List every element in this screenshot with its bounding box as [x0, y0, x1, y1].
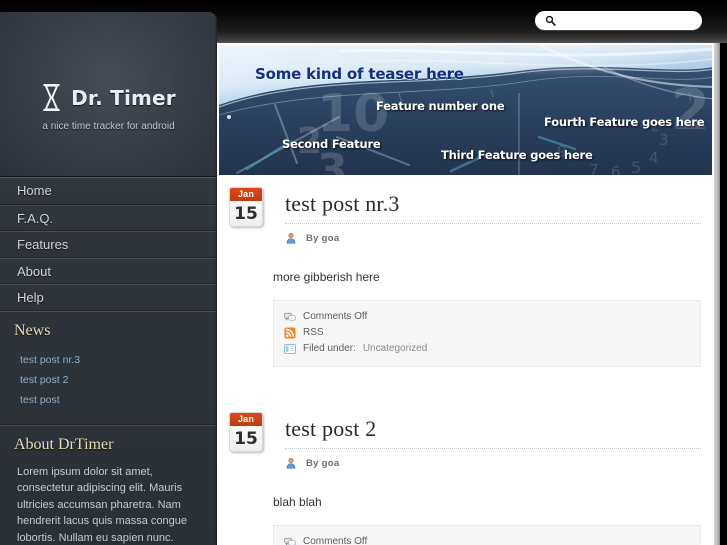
nav-item-features[interactable]: Features [0, 231, 217, 258]
post-date-month: Jan [230, 188, 262, 201]
hero-banner: 10 2 3 2 9 7 6 5 4 3 2 Some kind of teas… [218, 44, 713, 176]
post-body: blah blah [273, 495, 322, 509]
post-header: Jan 15 test post 2 By goa [218, 407, 713, 469]
nav-item-help[interactable]: Help [0, 284, 217, 311]
post-byline: By goa [285, 457, 713, 469]
post-byline-text: By goa [306, 232, 340, 244]
meta-comments-text: Comments Off [303, 311, 368, 322]
banner-feature-4: Fourth Feature goes here [544, 115, 705, 129]
banner-feature-1: Feature number one [376, 99, 505, 113]
title-divider [285, 448, 701, 449]
news-widget-title: News [14, 321, 51, 339]
search-input[interactable] [559, 12, 709, 29]
post-title[interactable]: test post 2 [285, 407, 713, 442]
brand-tagline: a nice time tracker for android [42, 121, 175, 132]
hourglass-icon [41, 84, 62, 111]
main-navigation: Home F.A.Q. Features About Help [0, 177, 217, 311]
banner-feature-3: Third Feature goes here [441, 148, 593, 162]
rss-icon [284, 326, 296, 339]
about-widget-text: Lorem ipsum dolor sit amet, consectetur … [17, 465, 187, 544]
news-list: test post nr.3 test post 2 test post [0, 346, 217, 420]
meta-rss[interactable]: RSS [284, 325, 690, 340]
meta-category[interactable]: Filed under: Uncategorized [284, 341, 690, 356]
news-link-3[interactable]: test post [20, 394, 60, 406]
meta-filed-value[interactable]: Uncategorized [363, 341, 427, 356]
meta-comments-text: Comments Off [303, 536, 368, 545]
post-meta-box: Comments Off RSS [273, 300, 701, 367]
brand-title: Dr. Timer [71, 85, 176, 110]
list-item: test post 2 [20, 370, 217, 388]
meta-comments[interactable]: Comments Off [284, 534, 690, 545]
list-item: test post [20, 390, 217, 408]
user-avatar-icon [285, 232, 297, 244]
page-right-margin [720, 0, 727, 545]
nav-item-about[interactable]: About [0, 257, 217, 284]
sidebar: Dr. Timer a nice time tracker for androi… [0, 12, 217, 545]
search-icon [541, 12, 559, 30]
post-date-day: 15 [230, 201, 262, 226]
post-item: Jan 15 test post 2 By goa blah blah Comm… [218, 407, 713, 545]
post-date-badge: Jan 15 [229, 187, 263, 227]
post-title[interactable]: test post nr.3 [285, 182, 713, 217]
nav-item-home[interactable]: Home [0, 178, 217, 205]
meta-comments[interactable]: Comments Off [284, 309, 690, 324]
post-byline-text: By goa [306, 457, 340, 469]
post-date-month: Jan [230, 413, 262, 426]
brand-row: Dr. Timer [0, 84, 217, 111]
search-box[interactable] [535, 11, 709, 30]
news-link-2[interactable]: test post 2 [20, 374, 68, 386]
post-item: Jan 15 test post nr.3 By goa more gibber… [218, 182, 713, 367]
banner-feature-2: Second Feature [282, 137, 381, 151]
post-header: Jan 15 test post nr.3 By goa [218, 182, 713, 244]
about-widget: About DrTimer Lorem ipsum dolor sit amet… [0, 424, 217, 545]
post-meta-box: Comments Off RSS [273, 525, 701, 545]
page-root: 10 2 3 2 9 7 6 5 4 3 2 Some kind of teas… [0, 0, 727, 545]
meta-rss-text: RSS [303, 327, 324, 338]
meta-filed-label: Filed under: [303, 343, 356, 354]
nav-item-faq[interactable]: F.A.Q. [0, 204, 217, 231]
banner-text-layer: Some kind of teaser here Feature number … [219, 45, 712, 175]
post-body: more gibberish here [273, 270, 380, 284]
post-list: Jan 15 test post nr.3 By goa more gibber… [218, 182, 713, 545]
banner-teaser: Some kind of teaser here [255, 65, 464, 83]
list-item: test post nr.3 [20, 350, 217, 368]
comment-bubble-icon [284, 311, 296, 323]
post-date-badge: Jan 15 [229, 412, 263, 452]
post-separator [218, 367, 713, 407]
folder-icon [284, 343, 296, 355]
about-widget-title: About DrTimer [14, 435, 114, 453]
comment-bubble-icon [284, 536, 296, 545]
post-byline: By goa [285, 232, 713, 244]
post-date-day: 15 [230, 426, 262, 451]
news-link-1[interactable]: test post nr.3 [20, 354, 80, 366]
site-branding[interactable]: Dr. Timer a nice time tracker for androi… [0, 12, 217, 177]
user-avatar-icon [285, 457, 297, 469]
title-divider [285, 223, 701, 224]
news-widget: News test post nr.3 test post 2 test pos… [0, 310, 217, 425]
